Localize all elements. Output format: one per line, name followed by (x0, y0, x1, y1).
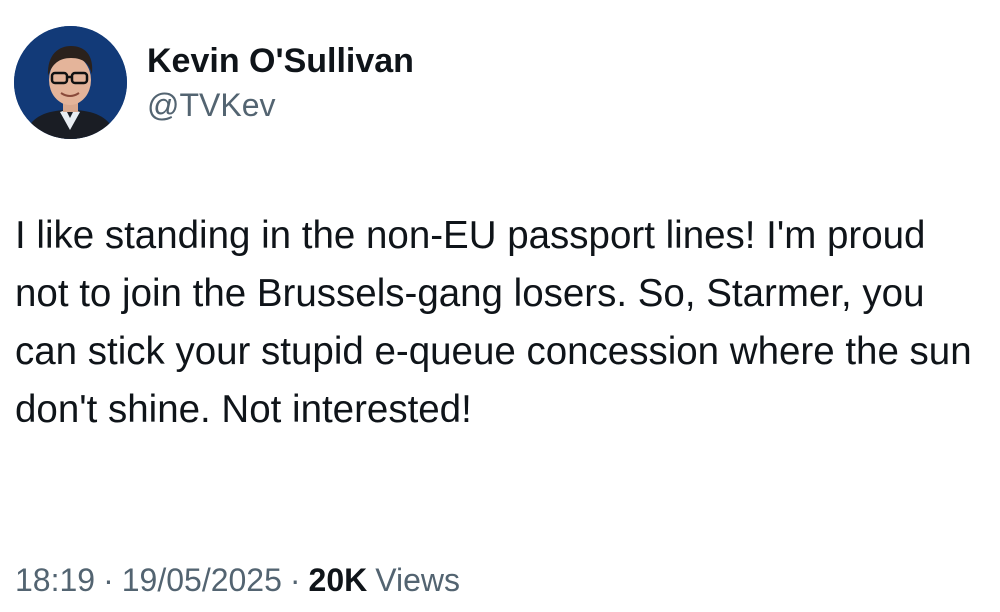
views-count[interactable]: 20K (309, 560, 368, 600)
tweet-time[interactable]: 18:19 (15, 560, 95, 600)
tweet-text: I like standing in the non-EU passport l… (15, 214, 972, 431)
author-identity: Kevin O'Sullivan @TVKev (147, 41, 414, 125)
tweet-meta: 18:19 · 19/05/2025 · 20K Views (15, 560, 460, 600)
tweet-card: Kevin O'Sullivan @TVKev I like standing … (0, 0, 1000, 612)
tweet-date[interactable]: 19/05/2025 (122, 560, 282, 600)
avatar[interactable] (14, 26, 127, 139)
meta-separator: · (289, 562, 301, 598)
meta-separator: · (103, 562, 114, 598)
author-display-name[interactable]: Kevin O'Sullivan (147, 41, 414, 81)
avatar-portrait (14, 26, 127, 139)
author-handle[interactable]: @TVKev (147, 85, 414, 125)
tweet-header: Kevin O'Sullivan @TVKev (14, 26, 414, 139)
views-label: Views (375, 562, 461, 598)
